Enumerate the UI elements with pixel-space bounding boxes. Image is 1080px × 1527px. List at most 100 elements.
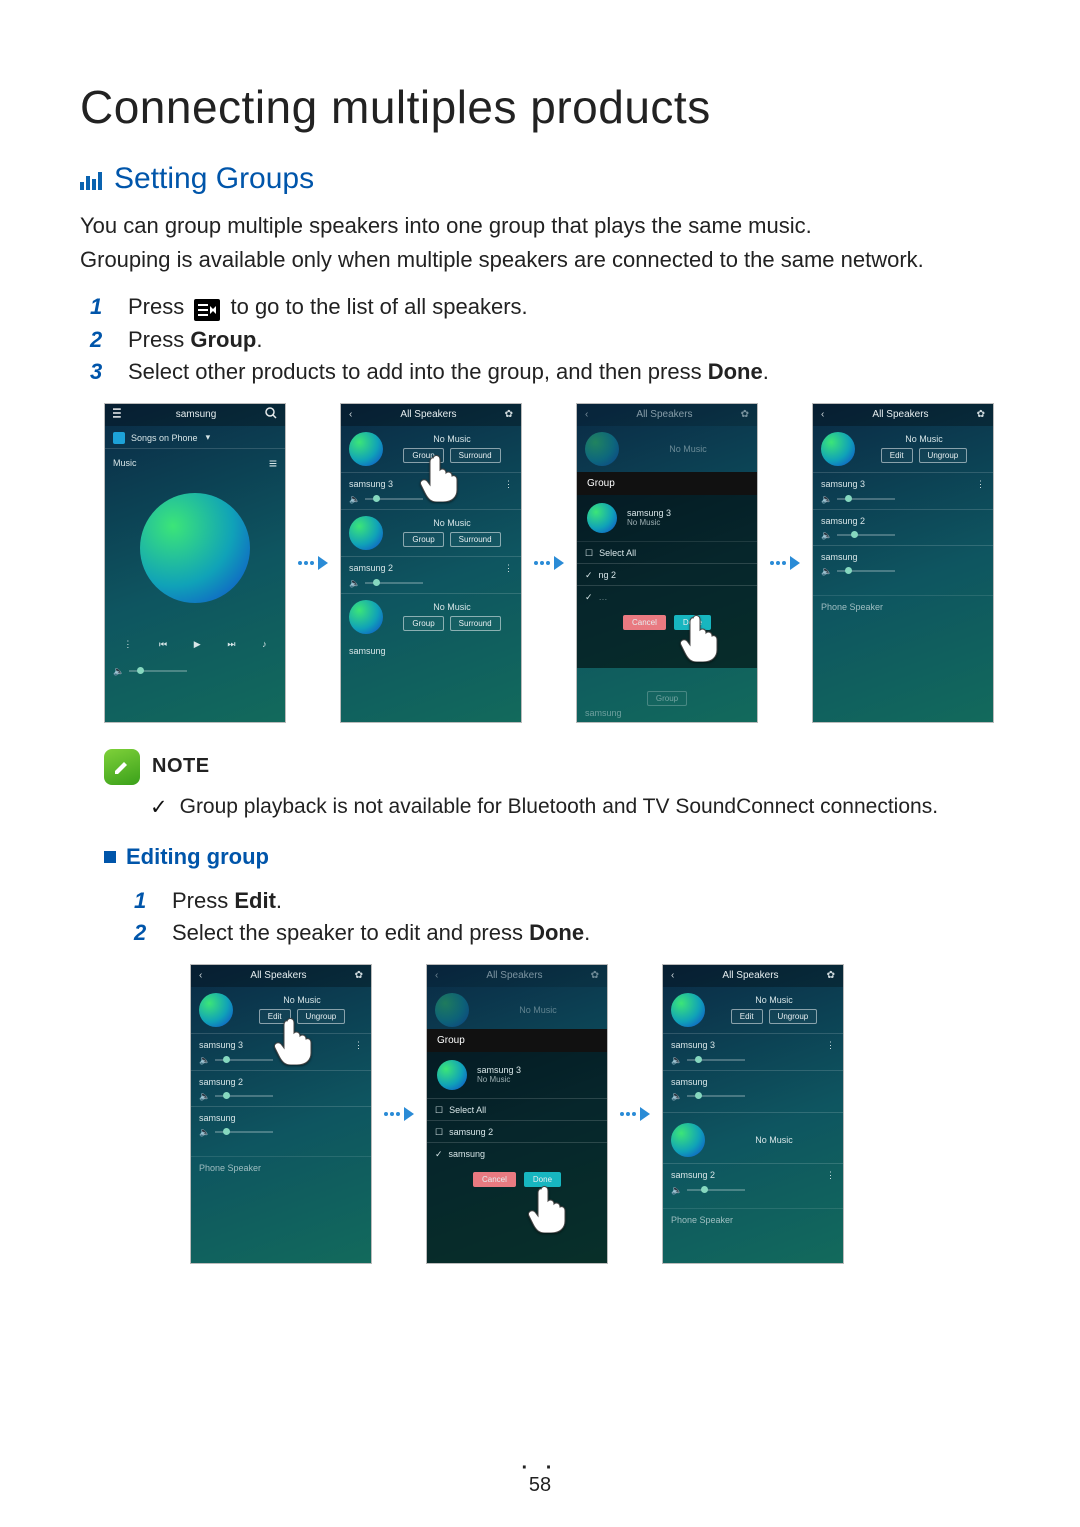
ungroup-button[interactable]: Ungroup [919,448,968,463]
back-icon: ‹ [349,409,352,420]
step-1-text-b: to go to the list of all speakers. [230,294,527,319]
status-text: No Music [863,434,985,444]
group-button[interactable]: Group [403,532,443,547]
arrow-icon [534,556,564,570]
panel-title: Group [427,1029,607,1052]
phone-speaker-label: Phone Speaker [199,1163,261,1173]
page-title: Connecting multiples products [80,80,1000,134]
edit-button[interactable]: Edit [259,1009,291,1024]
speaker-name: samsung 3 [199,1040,243,1050]
back-icon: ‹ [821,409,824,420]
option-speaker[interactable]: … [599,592,608,602]
checkbox-unchecked-icon[interactable]: ☐ [435,1105,443,1116]
speaker-list-icon [194,299,220,321]
editing-heading-text: Editing group [126,844,269,870]
back-icon: ‹ [435,970,438,981]
cancel-button[interactable]: Cancel [623,615,666,630]
section-heading-text: Setting Groups [114,162,314,196]
checkbox-checked-icon[interactable]: ✓ [585,592,593,603]
speaker-name: samsung [821,552,858,562]
volume-icon: 🔈 [671,1091,682,1102]
step-3-text-a: Select other products to add into the gr… [128,359,708,384]
edit-button[interactable]: Edit [731,1009,763,1024]
status-text: No Music [391,434,513,444]
topbar-title: samsung [176,409,217,420]
speaker-name: samsung 2 [671,1170,715,1180]
topbar-title: All Speakers [636,409,692,420]
volume-icon: 🔈 [821,494,832,505]
done-button[interactable]: Done [674,615,711,630]
select-all[interactable]: Select All [599,548,636,558]
status-text: No Music [241,995,363,1005]
group-button[interactable]: Group [403,448,443,463]
arrow-icon [384,1107,414,1121]
step-2: 2 Press Group. [90,327,1000,353]
volume-icon: 🔈 [199,1091,210,1102]
play-icon: ▶ [194,639,201,650]
option-speaker[interactable]: ng 2 [599,570,617,580]
ungroup-button[interactable]: Ungroup [769,1009,818,1024]
done-button[interactable]: Done [524,1172,561,1187]
speaker-name: samsung [585,708,622,718]
chevron-down-icon: ▾ [206,432,211,443]
status-text: No Music [713,1135,835,1145]
note-badge-icon [104,749,140,785]
volume-icon: 🔈 [349,578,360,589]
speaker-list-icon [113,407,127,422]
gear-icon: ✿ [591,970,599,981]
checkbox-checked-icon[interactable]: ✓ [435,1149,443,1160]
speaker-orb [349,432,383,466]
option-speaker[interactable]: samsung 2 [449,1127,493,1137]
music-label: Music [113,458,137,468]
check-icon: ✓ [150,795,168,820]
surround-button[interactable]: Surround [450,532,501,547]
surround-button[interactable]: Surround [450,616,501,631]
status-text: No Music [627,518,671,527]
topbar-title: All Speakers [250,970,306,981]
arrow-icon [298,556,328,570]
editing-steps: 1 Press Edit. 2 Select the speaker to ed… [134,888,1000,946]
more-icon: ⋮ [504,563,513,574]
step-3-bold: Done [708,359,763,384]
step-3: 3 Select other products to add into the … [90,359,1000,385]
next-icon: ⏭ [227,639,235,650]
checkbox-unchecked-icon[interactable]: ☐ [585,548,593,559]
status-text: No Music [391,602,513,612]
checkbox-checked-icon[interactable]: ✓ [585,570,593,581]
arrow-icon [620,1107,650,1121]
note-label: NOTE [152,755,210,778]
speaker-name: samsung 3 [671,1040,715,1050]
volume-icon: 🔈 [821,566,832,577]
step-number: 2 [134,920,152,946]
surround-button[interactable]: Surround [450,448,501,463]
gear-icon: ✿ [355,970,363,981]
volume-icon: 🔈 [199,1055,210,1066]
gear-icon: ✿ [827,970,835,981]
edit-button[interactable]: Edit [881,448,913,463]
edit-step-2c: . [584,920,590,945]
select-all[interactable]: Select All [449,1105,486,1115]
step-number: 1 [134,888,152,914]
speaker-name: samsung 3 [349,479,393,489]
ungroup-button[interactable]: Ungroup [297,1009,346,1024]
speaker-orb [199,993,233,1027]
phone-grouped-result: ‹ All Speakers ✿ No Music Edit Ungroup s… [812,403,994,723]
primary-speaker: samsung 3 [627,508,671,518]
group-button[interactable]: Group [403,616,443,631]
panel-title: Group [577,472,757,495]
editing-flow-screens: ‹ All Speakers ✿ No Music Edit Ungroup s… [190,964,1000,1264]
more-icon: ⋮ [504,479,513,490]
step-number: 1 [90,294,108,320]
more-icon: ⋮ [826,1170,835,1181]
more-icon: ⋮ [826,1040,835,1051]
status-text: No Music [477,1005,599,1015]
edit-step-1c: . [276,888,282,913]
intro-text-2: Grouping is available only when multiple… [80,244,1000,276]
option-speaker[interactable]: samsung [449,1149,486,1159]
step-1-text-a: Press [128,294,190,319]
volume-icon: 🔈 [821,530,832,541]
speaker-orb [671,1123,705,1157]
cancel-button[interactable]: Cancel [473,1172,516,1187]
checkbox-unchecked-icon[interactable]: ☐ [435,1127,443,1138]
speaker-orb [349,600,383,634]
